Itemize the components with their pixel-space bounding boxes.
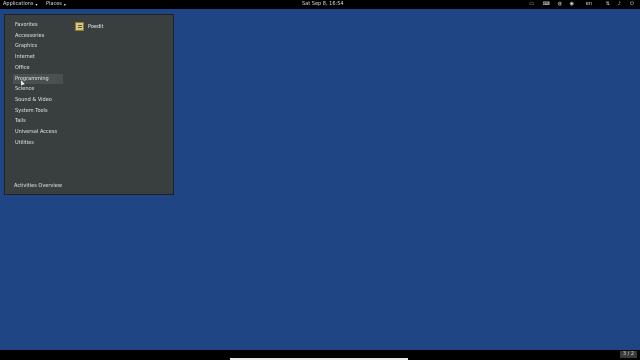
category-label: Utilities xyxy=(15,139,34,146)
category-label: Universal Access xyxy=(15,129,58,135)
applications-menu-label: Applications xyxy=(3,1,34,7)
top-bar: Applications ▾ Places ▾ Sat Sep 8, 16:54 ▭… xyxy=(0,0,640,9)
chevron-down-icon: ▾ xyxy=(63,2,66,7)
window-list-icon[interactable]: ▭ xyxy=(529,0,534,9)
accessibility-icon[interactable]: ◍ xyxy=(558,0,562,9)
network-icon[interactable]: ⇅ xyxy=(606,0,610,9)
poedit-icon xyxy=(75,22,84,31)
category-label: Office xyxy=(15,64,30,71)
workspace-indicator[interactable]: 3 / 2 xyxy=(620,351,637,358)
app-label: Poedit xyxy=(88,24,104,30)
power-icon[interactable]: ⏻ xyxy=(630,0,634,9)
category-universal-access[interactable]: Universal Access xyxy=(14,127,59,137)
category-label: Sound & Video xyxy=(15,96,52,103)
category-favorites[interactable]: Favorites xyxy=(14,20,59,30)
category-sound-video[interactable]: Sound & Video xyxy=(14,95,59,105)
category-label: Science xyxy=(15,86,35,93)
volume-icon[interactable]: ♪ xyxy=(618,0,621,9)
activities-overview-button[interactable]: Activities Overview xyxy=(14,181,62,191)
category-system-tools[interactable]: System Tools xyxy=(14,106,59,116)
category-internet[interactable]: Internet xyxy=(14,52,59,62)
category-label: System Tools xyxy=(15,107,48,114)
category-label: Internet xyxy=(15,54,35,61)
applications-menu-panel: Favorites Accessories Graphics Internet … xyxy=(4,14,174,195)
input-method-indicator[interactable]: en xyxy=(586,0,592,9)
category-utilities[interactable]: Utilities xyxy=(14,138,59,148)
category-graphics[interactable]: Graphics xyxy=(14,41,59,51)
chevron-down-icon: ▾ xyxy=(35,2,38,7)
category-science[interactable]: Science xyxy=(14,84,59,94)
category-tails[interactable]: Tails xyxy=(14,116,59,126)
places-menu-label: Places xyxy=(46,1,62,7)
applications-menu-button[interactable]: Applications ▾ xyxy=(3,0,38,9)
category-label: Graphics xyxy=(15,43,38,50)
category-accessories[interactable]: Accessories xyxy=(14,31,59,41)
category-office[interactable]: Office xyxy=(14,63,59,73)
places-menu-button[interactable]: Places ▾ xyxy=(46,0,66,9)
clock[interactable]: Sat Sep 8, 16:54 xyxy=(302,0,344,9)
category-label: Tails xyxy=(15,118,26,125)
category-label: Favorites xyxy=(15,22,38,28)
screen-keyboard-icon[interactable]: ⌨ xyxy=(543,0,550,9)
tor-status-icon[interactable]: ◉ xyxy=(570,0,574,9)
category-label: Accessories xyxy=(15,32,45,39)
